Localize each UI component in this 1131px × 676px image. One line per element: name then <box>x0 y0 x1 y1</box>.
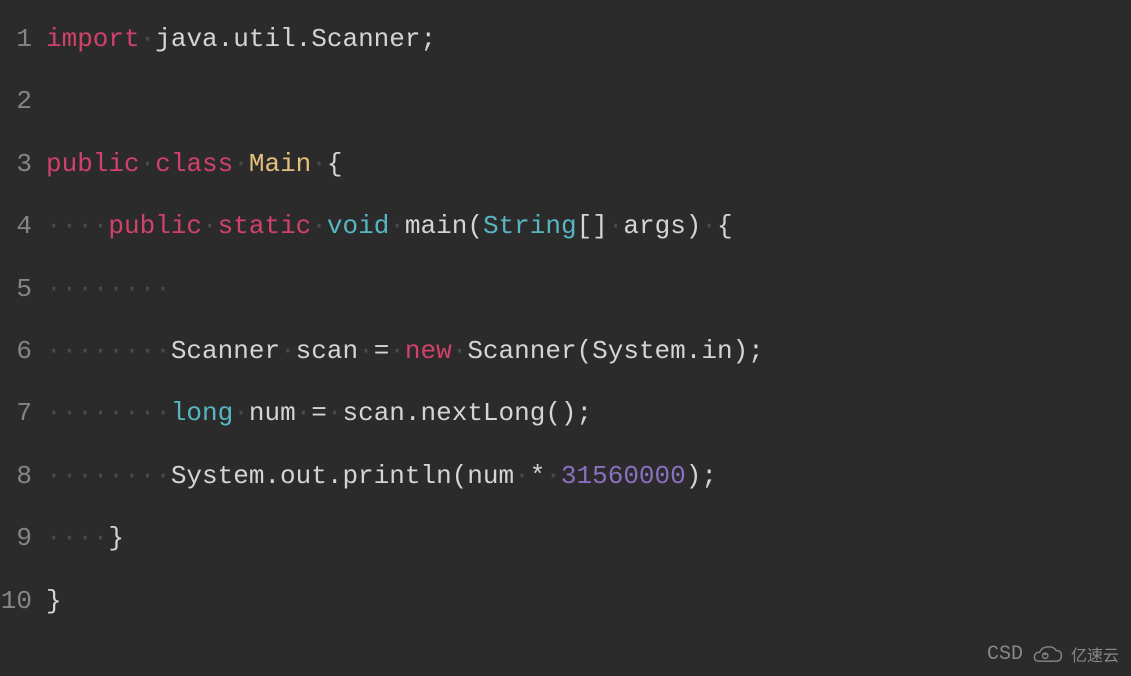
code-token: num <box>249 398 296 428</box>
code-token: Scanner(System.in); <box>467 336 763 366</box>
code-token: ········ <box>46 336 171 366</box>
code-token: class <box>155 149 233 179</box>
code-token: · <box>358 336 374 366</box>
code-token: scan.nextLong(); <box>343 398 593 428</box>
watermark: CSD 亿速云 <box>987 642 1119 666</box>
code-token: static <box>218 211 312 241</box>
line-number: 6 <box>0 320 46 382</box>
code-token: Main <box>249 149 311 179</box>
code-content[interactable]: ····public·static·void·main(String[]·arg… <box>46 195 1131 257</box>
code-token: ········ <box>46 461 171 491</box>
code-token: · <box>233 149 249 179</box>
code-token: } <box>46 586 62 616</box>
line-number: 3 <box>0 133 46 195</box>
line-number: 7 <box>0 382 46 444</box>
code-token: ···· <box>46 211 108 241</box>
code-token: main( <box>405 211 483 241</box>
code-token: · <box>452 336 468 366</box>
code-token: import <box>46 24 140 54</box>
code-token: ········ <box>46 274 171 304</box>
code-token: } <box>108 523 124 553</box>
code-token: · <box>202 211 218 241</box>
code-token: · <box>514 461 530 491</box>
line-number: 9 <box>0 507 46 569</box>
code-token: Scanner <box>171 336 280 366</box>
code-token: * <box>530 461 546 491</box>
code-line[interactable]: 8········System.out.println(num·*·315600… <box>0 445 1131 507</box>
code-token: new <box>405 336 452 366</box>
code-token: String <box>483 211 577 241</box>
code-line[interactable]: 5········ <box>0 258 1131 320</box>
code-content[interactable]: } <box>46 570 1131 632</box>
code-token: · <box>311 149 327 179</box>
code-token: ); <box>686 461 717 491</box>
code-token: ···· <box>46 523 108 553</box>
code-token: · <box>389 336 405 366</box>
code-token: long <box>171 398 233 428</box>
line-number: 1 <box>0 8 46 70</box>
code-token: { <box>327 149 343 179</box>
code-line[interactable]: 6········Scanner·scan·=·new·Scanner(Syst… <box>0 320 1131 382</box>
code-line[interactable]: 3public·class·Main·{ <box>0 133 1131 195</box>
code-token: ········ <box>46 398 171 428</box>
code-token: public <box>108 211 202 241</box>
code-line[interactable]: 7········long·num·=·scan.nextLong(); <box>0 382 1131 444</box>
code-content[interactable]: import·java.util.Scanner; <box>46 8 1131 70</box>
code-content[interactable]: ········long·num·=·scan.nextLong(); <box>46 382 1131 444</box>
code-token: args) <box>623 211 701 241</box>
code-token: · <box>140 24 156 54</box>
code-token: System.out.println(num <box>171 461 514 491</box>
code-token: · <box>233 398 249 428</box>
code-token: · <box>311 211 327 241</box>
code-content[interactable]: ········ <box>46 258 1131 320</box>
code-content[interactable]: ········Scanner·scan·=·new·Scanner(Syste… <box>46 320 1131 382</box>
code-token: java.util.Scanner; <box>155 24 436 54</box>
line-number: 5 <box>0 258 46 320</box>
code-line[interactable]: 4····public·static·void·main(String[]·ar… <box>0 195 1131 257</box>
code-token: [] <box>577 211 608 241</box>
code-line[interactable]: 10} <box>0 570 1131 632</box>
code-token: · <box>140 149 156 179</box>
line-number: 2 <box>0 70 46 132</box>
code-token: · <box>327 398 343 428</box>
code-token: · <box>389 211 405 241</box>
code-token: { <box>717 211 733 241</box>
code-token: = <box>311 398 327 428</box>
code-content[interactable]: ········System.out.println(num·*·3156000… <box>46 445 1131 507</box>
watermark-text-csdn: CSD <box>987 643 1023 666</box>
code-token: void <box>327 211 389 241</box>
code-token: public <box>46 149 140 179</box>
watermark-text-chinese: 亿速云 <box>1071 642 1119 666</box>
code-token: · <box>701 211 717 241</box>
code-token: · <box>545 461 561 491</box>
code-line[interactable]: 1import·java.util.Scanner; <box>0 8 1131 70</box>
code-token: · <box>296 398 312 428</box>
line-number: 4 <box>0 195 46 257</box>
code-content[interactable]: public·class·Main·{ <box>46 133 1131 195</box>
code-token: 31560000 <box>561 461 686 491</box>
code-line[interactable]: 2 <box>0 70 1131 132</box>
cloud-icon <box>1029 642 1065 666</box>
code-token: scan <box>296 336 358 366</box>
code-line[interactable]: 9····} <box>0 507 1131 569</box>
line-number: 10 <box>0 570 46 632</box>
code-token: · <box>608 211 624 241</box>
code-content[interactable]: ····} <box>46 507 1131 569</box>
line-number: 8 <box>0 445 46 507</box>
code-token: = <box>374 336 390 366</box>
code-token: · <box>280 336 296 366</box>
code-editor[interactable]: 1import·java.util.Scanner;23public·class… <box>0 8 1131 632</box>
